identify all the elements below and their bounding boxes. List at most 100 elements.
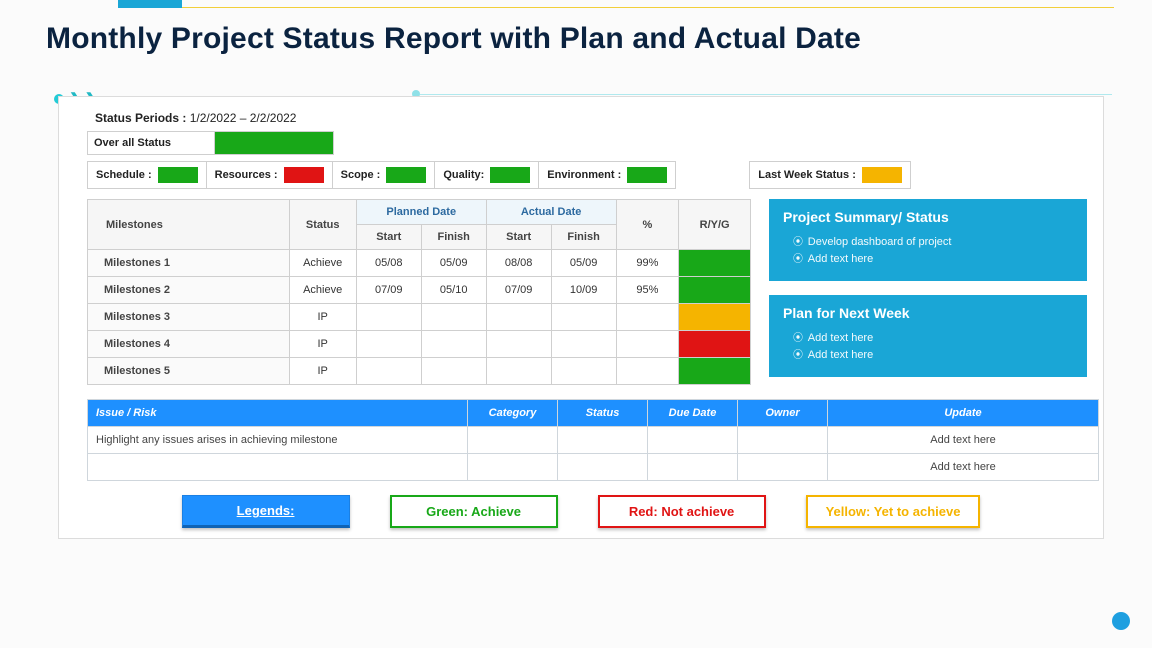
milestone-name: Milestones 1 bbox=[88, 250, 290, 277]
col-ryg: R/Y/G bbox=[679, 200, 751, 250]
milestone-afinish: 05/09 bbox=[551, 250, 616, 277]
overall-status-swatch-box bbox=[214, 131, 334, 155]
milestone-status: Achieve bbox=[289, 250, 356, 277]
milestone-astart bbox=[486, 331, 551, 358]
milestone-astart bbox=[486, 358, 551, 385]
issue-status bbox=[558, 427, 648, 454]
milestone-ryg bbox=[679, 331, 751, 358]
overall-status-swatch bbox=[215, 132, 333, 154]
legend-title: Legends: bbox=[182, 495, 350, 528]
dimension-swatch bbox=[158, 167, 198, 183]
overall-status-label-box: Over all Status bbox=[87, 131, 215, 155]
legend-row: Legends: Green: Achieve Red: Not achieve… bbox=[71, 495, 1091, 528]
milestone-afinish bbox=[551, 331, 616, 358]
bullet-line: Add text here bbox=[793, 346, 1073, 361]
issue-status bbox=[558, 454, 648, 481]
issue-update: Add text here bbox=[828, 454, 1099, 481]
status-period-label: Status Periods : bbox=[95, 111, 186, 125]
col-category: Category bbox=[468, 400, 558, 427]
milestone-pct bbox=[616, 358, 679, 385]
milestone-pfinish bbox=[421, 358, 486, 385]
dimension-label: Schedule : bbox=[96, 169, 152, 181]
issue-category bbox=[468, 454, 558, 481]
milestone-pfinish: 05/10 bbox=[421, 277, 486, 304]
milestone-astart bbox=[486, 304, 551, 331]
milestone-ryg bbox=[679, 277, 751, 304]
plan-title: Plan for Next Week bbox=[783, 305, 1073, 321]
decor-line bbox=[420, 94, 1112, 95]
status-period: Status Periods : 1/2/2022 – 2/2/2022 bbox=[95, 111, 1091, 125]
dimension-label: Quality: bbox=[443, 169, 484, 181]
summary-box: Project Summary/ Status Develop dashboar… bbox=[769, 199, 1087, 281]
top-rule bbox=[182, 7, 1114, 8]
table-row: Highlight any issues arises in achieving… bbox=[88, 427, 1099, 454]
issue-text bbox=[88, 454, 468, 481]
milestone-table: Milestones Status Planned Date Actual Da… bbox=[87, 199, 751, 385]
main-panel: Status Periods : 1/2/2022 – 2/2/2022 Ove… bbox=[58, 96, 1104, 539]
dimension-swatch bbox=[386, 167, 426, 183]
milestone-pfinish bbox=[421, 331, 486, 358]
dimension-label: Scope : bbox=[341, 169, 381, 181]
bullet-line: Add text here bbox=[793, 329, 1073, 344]
milestone-pstart: 07/09 bbox=[356, 277, 421, 304]
dimension-4: Environment : bbox=[538, 161, 676, 189]
milestone-pstart bbox=[356, 304, 421, 331]
milestone-afinish bbox=[551, 304, 616, 331]
milestone-name: Milestones 3 bbox=[88, 304, 290, 331]
issue-text: Highlight any issues arises in achieving… bbox=[88, 427, 468, 454]
milestone-pct: 95% bbox=[616, 277, 679, 304]
col-pstart: Start bbox=[356, 225, 421, 250]
overall-row: Over all Status bbox=[87, 131, 1091, 155]
summary-title: Project Summary/ Status bbox=[783, 209, 1073, 225]
legend-yellow: Yellow: Yet to achieve bbox=[806, 495, 981, 528]
dimension-1: Resources : bbox=[206, 161, 333, 189]
legend-red: Red: Not achieve bbox=[598, 495, 766, 528]
milestone-pstart bbox=[356, 331, 421, 358]
page-title: Monthly Project Status Report with Plan … bbox=[46, 22, 861, 56]
dimension-2: Scope : bbox=[332, 161, 436, 189]
issue-due bbox=[648, 454, 738, 481]
col-istatus: Status bbox=[558, 400, 648, 427]
dimension-row: Schedule : Resources : Scope : Quality: Envi… bbox=[87, 161, 1091, 189]
overall-status-label: Over all Status bbox=[94, 137, 171, 149]
last-week-box: Last Week Status : bbox=[749, 161, 911, 189]
col-issue: Issue / Risk bbox=[88, 400, 468, 427]
col-afinish: Finish bbox=[551, 225, 616, 250]
col-planned: Planned Date bbox=[356, 200, 486, 225]
milestone-status: IP bbox=[289, 358, 356, 385]
corner-dot-icon bbox=[1112, 612, 1130, 630]
milestone-pfinish bbox=[421, 304, 486, 331]
milestone-pct bbox=[616, 304, 679, 331]
milestone-status: IP bbox=[289, 304, 356, 331]
milestone-pstart: 05/08 bbox=[356, 250, 421, 277]
dimension-swatch bbox=[627, 167, 667, 183]
col-pfinish: Finish bbox=[421, 225, 486, 250]
dimension-swatch bbox=[490, 167, 530, 183]
issue-owner bbox=[738, 454, 828, 481]
issue-due bbox=[648, 427, 738, 454]
milestone-name: Milestones 4 bbox=[88, 331, 290, 358]
status-period-value: 1/2/2022 – 2/2/2022 bbox=[190, 111, 297, 125]
col-actual: Actual Date bbox=[486, 200, 616, 225]
milestone-name: Milestones 5 bbox=[88, 358, 290, 385]
side-column: Project Summary/ Status Develop dashboar… bbox=[769, 199, 1087, 385]
milestone-status: IP bbox=[289, 331, 356, 358]
table-row: Milestones 2Achieve07/0905/1007/0910/099… bbox=[88, 277, 751, 304]
dimension-swatch bbox=[284, 167, 324, 183]
bullet-line: Develop dashboard of project bbox=[793, 233, 1073, 248]
table-row: Milestones 4IP bbox=[88, 331, 751, 358]
milestone-ryg bbox=[679, 358, 751, 385]
col-milestones: Milestones bbox=[88, 200, 290, 250]
top-accent-bar bbox=[118, 0, 182, 8]
plan-box: Plan for Next Week Add text here Add text… bbox=[769, 295, 1087, 377]
col-update: Update bbox=[828, 400, 1099, 427]
col-due: Due Date bbox=[648, 400, 738, 427]
issue-table: Issue / Risk Category Status Due Date Ow… bbox=[87, 399, 1099, 481]
milestone-pstart bbox=[356, 358, 421, 385]
legend-green: Green: Achieve bbox=[390, 495, 558, 528]
milestone-astart: 07/09 bbox=[486, 277, 551, 304]
milestone-pfinish: 05/09 bbox=[421, 250, 486, 277]
col-status: Status bbox=[289, 200, 356, 250]
milestone-afinish bbox=[551, 358, 616, 385]
dimension-label: Environment : bbox=[547, 169, 621, 181]
